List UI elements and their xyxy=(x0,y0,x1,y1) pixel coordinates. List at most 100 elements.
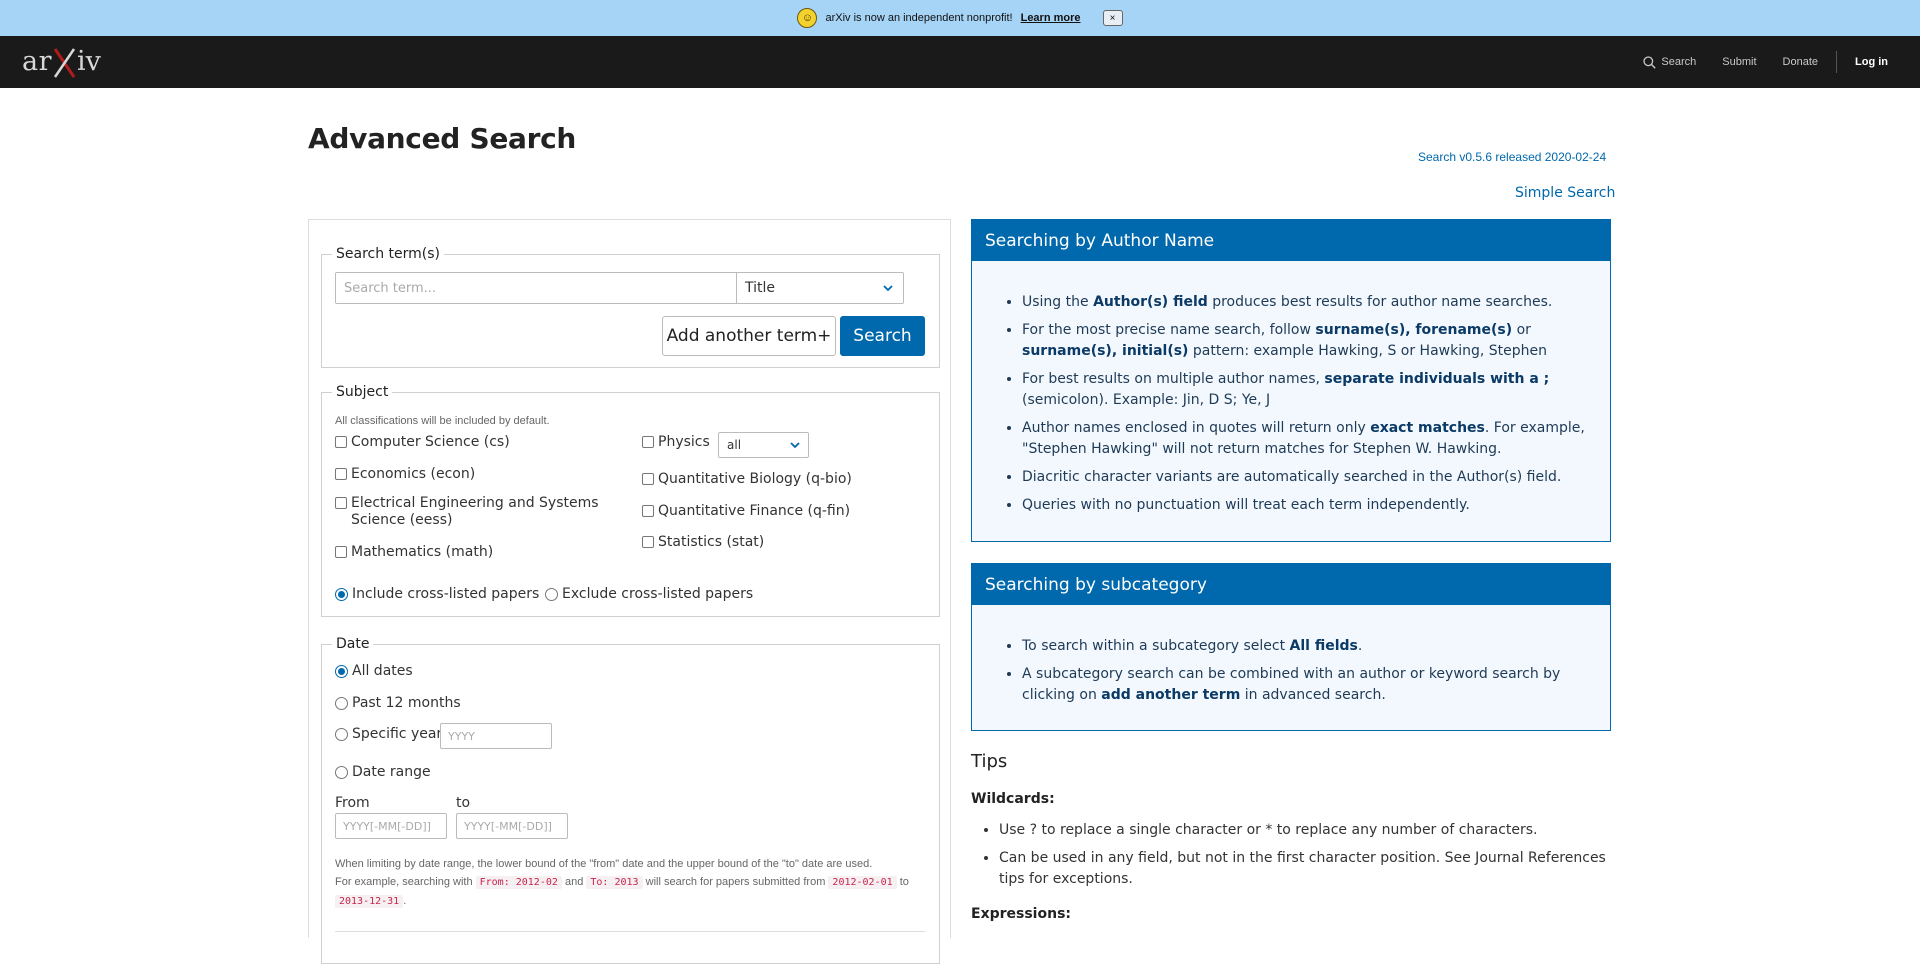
radio-button[interactable] xyxy=(545,588,558,601)
list-text: For best results on multiple author name… xyxy=(1022,371,1325,387)
radio-specific-year[interactable]: Specific year xyxy=(335,726,442,743)
emphasis-text: All fields xyxy=(1289,638,1358,654)
list-text: For the most precise name search, follow xyxy=(1022,322,1316,338)
list-text: Queries with no punctuation will treat e… xyxy=(1022,497,1470,513)
date-range-note: When limiting by date range, the lower b… xyxy=(335,855,935,911)
search-button[interactable]: Search xyxy=(840,316,925,356)
subject-fieldset: Subject All classifications will be incl… xyxy=(321,384,940,617)
note-text: . xyxy=(403,895,407,907)
tips-heading: Tips xyxy=(971,751,1008,772)
radio-label: Exclude cross-listed papers xyxy=(562,586,754,602)
note-text: to xyxy=(899,876,909,888)
search-term-input[interactable] xyxy=(335,272,737,304)
list-text: Author names enclosed in quotes will ret… xyxy=(1022,420,1371,436)
date-fieldset: Date All dates Past 12 months Specific y… xyxy=(321,636,940,964)
checkbox-box[interactable] xyxy=(642,436,654,448)
radio-label: Specific year xyxy=(352,726,443,742)
subject-legend: Subject xyxy=(332,384,393,400)
physics-archive-select[interactable]: all xyxy=(718,432,809,458)
radio-button[interactable] xyxy=(335,665,348,678)
checkbox-mathematics[interactable]: Mathematics (math) xyxy=(335,544,493,561)
note-text: will search for papers submitted from xyxy=(645,876,826,888)
to-date-input[interactable]: YYYY[-MM[-DD]] xyxy=(456,813,568,839)
list-text: Diacritic character variants are automat… xyxy=(1022,469,1562,485)
emphasis-text: exact matches xyxy=(1370,420,1485,436)
checkbox-box[interactable] xyxy=(335,468,347,480)
checkbox-box[interactable] xyxy=(335,436,347,448)
list-text: To search within a subcategory select xyxy=(1022,638,1290,654)
code-sample: From: 2012-02 xyxy=(475,876,562,889)
radio-label: Include cross-listed papers xyxy=(352,586,540,602)
card-title: Searching by subcategory xyxy=(972,564,1610,605)
author-search-help-card: Searching by Author Name Using the Autho… xyxy=(971,219,1611,542)
checkbox-label: Economics (econ) xyxy=(351,466,476,482)
list-text: or xyxy=(1512,322,1531,338)
list-item: A subcategory search can be combined wit… xyxy=(1022,664,1590,706)
checkbox-box[interactable] xyxy=(335,546,347,558)
checkbox-label: Statistics (stat) xyxy=(658,534,765,550)
checkbox-statistics[interactable]: Statistics (stat) xyxy=(642,534,764,551)
list-text: in advanced search. xyxy=(1240,687,1386,703)
checkbox-quantitative-biology[interactable]: Quantitative Biology (q-bio) xyxy=(642,471,852,488)
radio-past-12-months[interactable]: Past 12 months xyxy=(335,695,461,712)
radio-date-range[interactable]: Date range xyxy=(335,764,431,781)
checkbox-quantitative-finance[interactable]: Quantitative Finance (q-fin) xyxy=(642,503,850,520)
chevron-down-icon xyxy=(883,285,893,292)
checkbox-physics[interactable]: Physics xyxy=(642,434,710,451)
radio-button[interactable] xyxy=(335,697,348,710)
note-text: For example, searching with xyxy=(335,876,473,888)
checkbox-box[interactable] xyxy=(335,497,347,509)
checkbox-box[interactable] xyxy=(642,473,654,485)
radio-exclude-cross-listed[interactable]: Exclude cross-listed papers xyxy=(545,586,753,603)
wildcards-heading: Wildcards: xyxy=(971,791,1055,807)
list-item: For best results on multiple author name… xyxy=(1022,369,1590,411)
subcategory-tips-list: To search within a subcategory select Al… xyxy=(972,605,1610,706)
version-link[interactable]: Search v0.5.6 released 2020-02-24 xyxy=(1418,150,1606,164)
list-item: Author names enclosed in quotes will ret… xyxy=(1022,418,1590,460)
radio-button[interactable] xyxy=(335,588,348,601)
list-item: Can be used in any field, but not in the… xyxy=(999,848,1611,890)
list-text: . xyxy=(1357,638,1363,654)
search-field-value: Title xyxy=(745,280,776,296)
author-tips-list: Using the Author(s) field produces best … xyxy=(972,261,1610,516)
list-item: Queries with no punctuation will treat e… xyxy=(1022,495,1590,516)
checkbox-label: Mathematics (math) xyxy=(351,544,494,560)
emphasis-text: add another term xyxy=(1101,687,1241,703)
list-text: produces best results for author name se… xyxy=(1207,294,1553,310)
list-item: Use ? to replace a single character or *… xyxy=(999,820,1611,841)
expressions-heading: Expressions: xyxy=(971,906,1071,922)
emphasis-text: surname(s), forename(s) xyxy=(1315,322,1513,338)
wildcards-list: Use ? to replace a single character or *… xyxy=(971,820,1611,897)
to-label: to xyxy=(456,795,471,811)
list-text: Using the xyxy=(1022,294,1094,310)
checkbox-box[interactable] xyxy=(642,536,654,548)
simple-search-link[interactable]: Simple Search xyxy=(1515,185,1615,201)
checkbox-economics[interactable]: Economics (econ) xyxy=(335,466,475,483)
date-legend: Date xyxy=(332,636,374,652)
year-input[interactable]: YYYY xyxy=(440,723,552,749)
search-field-select[interactable]: Title xyxy=(736,272,904,304)
from-date-input[interactable]: YYYY[-MM[-DD]] xyxy=(335,813,447,839)
code-sample: To: 2013 xyxy=(586,876,643,889)
radio-button[interactable] xyxy=(335,766,348,779)
advanced-search-form: Search term(s) Title Add another term+ S… xyxy=(308,219,951,964)
checkbox-eess[interactable]: Electrical Engineering and Systems Scien… xyxy=(335,495,605,529)
list-text: (semicolon). Example: Jin, D S; Ye, J xyxy=(1022,392,1271,408)
checkbox-box[interactable] xyxy=(642,505,654,517)
to-date-placeholder: YYYY[-MM[-DD]] xyxy=(464,819,552,833)
checkbox-label: Computer Science (cs) xyxy=(351,434,510,450)
search-terms-legend: Search term(s) xyxy=(332,246,445,262)
radio-include-cross-listed[interactable]: Include cross-listed papers xyxy=(335,586,539,603)
radio-all-dates[interactable]: All dates xyxy=(335,663,413,680)
note-text: When limiting by date range, the lower b… xyxy=(335,858,873,870)
year-input-placeholder: YYYY xyxy=(448,729,475,743)
note-text: and xyxy=(564,876,584,888)
checkbox-label: Quantitative Biology (q-bio) xyxy=(658,471,852,487)
list-item: For the most precise name search, follow… xyxy=(1022,320,1590,362)
checkbox-computer-science[interactable]: Computer Science (cs) xyxy=(335,434,510,451)
radio-button[interactable] xyxy=(335,728,348,741)
checkbox-label: Electrical Engineering and Systems Scien… xyxy=(351,495,599,528)
add-another-term-button[interactable]: Add another term+ xyxy=(662,316,836,356)
list-item: Using the Author(s) field produces best … xyxy=(1022,292,1590,313)
checkbox-label: Physics xyxy=(658,434,710,450)
